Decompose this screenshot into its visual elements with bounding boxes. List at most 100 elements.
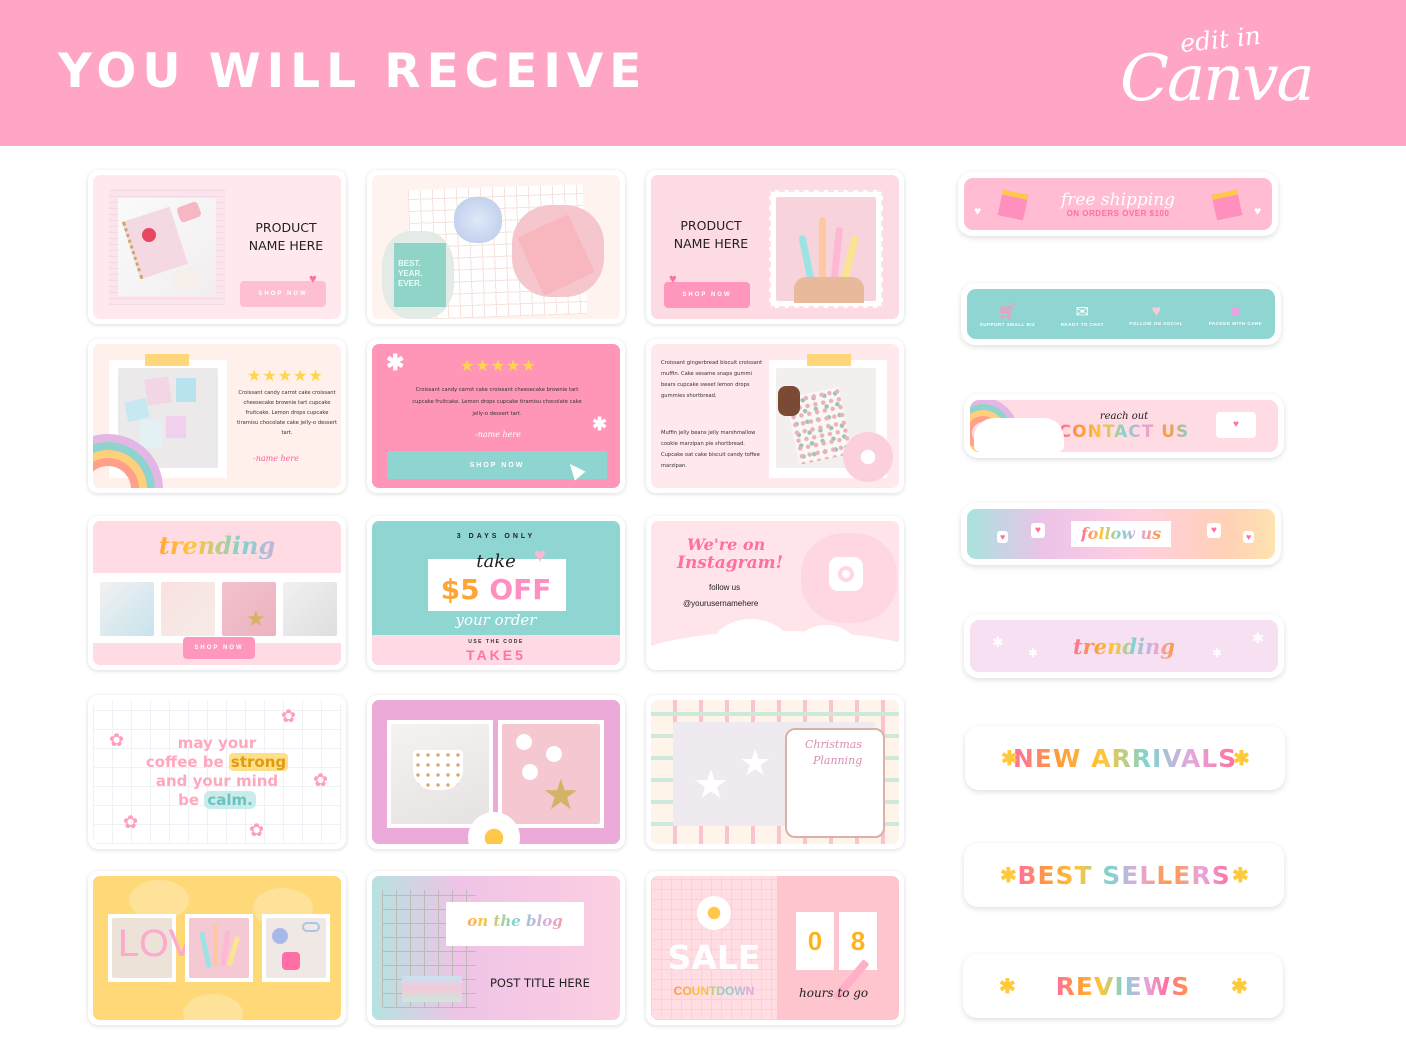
feature-item: ♥ FOLLOW ON SOCIAL [1129, 303, 1183, 326]
envelope-icon: ♥ [1216, 412, 1256, 438]
sparkle-icon: ✱ [999, 976, 1016, 998]
banner-free-shipping[interactable]: ♥ ♥ free shipping ON ORDERS OVER $100 [958, 172, 1278, 236]
chat-heart-icon: ♥ [1243, 531, 1255, 543]
chat-heart-icon: ♥ [997, 531, 1009, 543]
sparkle-icon: ✱ [1232, 865, 1249, 887]
planning-text: Planning [813, 754, 863, 767]
blue-flower-photo [454, 197, 502, 243]
digit-card-2: 8 [839, 912, 877, 970]
username: @yourusernamehere [683, 599, 759, 608]
template-countdown[interactable]: SALE COUNTDOWN 0 8 hours to go [646, 871, 904, 1025]
header-bar: YOU WILL RECEIVE edit in Canva [0, 0, 1406, 146]
template-notebooks[interactable]: BEST. YEAR. EVER. [367, 170, 625, 324]
product-name-line1: PRODUCT [680, 218, 742, 233]
quote-line1: may your [177, 734, 257, 752]
shop-now-button[interactable]: SHOP NOW [183, 637, 255, 659]
template-review-1[interactable]: ★★★★★ Croissant candy carrot cake croiss… [88, 339, 346, 493]
reach-out-script: reach out [1099, 410, 1149, 422]
quote-line3: and your mind [155, 772, 279, 790]
feature-item: ✉ READY TO CHAT [1061, 302, 1104, 327]
heart-icon: ♥ [309, 271, 317, 286]
envelope-icon: ✉ [1075, 303, 1090, 321]
asterisk-icon: ✱ [386, 350, 405, 375]
chat-heart-icon: ♥ [1207, 523, 1221, 538]
template-trending-grid[interactable]: trending ★ SHOP NOW [88, 516, 346, 670]
pens-photo [776, 197, 876, 303]
asterisk-icon: ✱ [1252, 630, 1264, 646]
flower-decoration [843, 432, 893, 482]
blog-tag: on the blog [446, 912, 584, 930]
trending-title: trending [93, 531, 341, 560]
feature-label: READY TO CHAT [1060, 321, 1104, 327]
flower-icon: ✿ [249, 820, 265, 840]
template-instagram[interactable]: We're on Instagram! follow us @yourusern… [646, 516, 904, 670]
template-christmas[interactable]: ★ ★ Christmas Planning [646, 695, 904, 849]
banner-reviews[interactable]: ✱ REVIEWS ✱ [963, 954, 1283, 1018]
take-label: take [476, 551, 516, 572]
sparkle-icon: ✱ [1000, 865, 1017, 887]
free-shipping-sub: ON ORDERS OVER $100 [1066, 208, 1170, 218]
page-title: YOU WILL RECEIVE [58, 44, 648, 99]
paragraph-2: Muffin jelly beans jelly marshmallow coo… [661, 430, 760, 469]
template-blog[interactable]: on the blog POST TITLE HERE [367, 871, 625, 1025]
mug-photo [391, 724, 489, 824]
instagram-icon [829, 557, 863, 591]
post-title: POST TITLE HERE [490, 976, 590, 990]
follow-script: follow us [1080, 524, 1162, 543]
template-three-photos[interactable]: LOVE [88, 871, 346, 1025]
review-text: Croissant candy carrot cake croissant ch… [237, 390, 337, 436]
banner-contact[interactable]: ♥ reach out CONTACT US [964, 394, 1284, 458]
product-name-line2: NAME HERE [248, 238, 324, 253]
template-quote[interactable]: may your coffee be strong and your mind … [88, 695, 346, 849]
flower-icon: ✿ [281, 706, 297, 726]
teal-notebook: BEST. YEAR. EVER. [394, 243, 446, 307]
quote-line4a: be [178, 791, 200, 809]
template-discount[interactable]: 3 DAYS ONLY take $5 OFF ♥ your order USE… [367, 516, 625, 670]
product-photo [118, 198, 216, 296]
template-product-2[interactable]: PRODUCT NAME HERE SHOP NOW ♥ [646, 170, 904, 324]
tape [145, 354, 189, 366]
best-sellers-title: BEST SELLERS [1017, 860, 1231, 890]
banner-new-arrivals[interactable]: ✱ NEW ARRIVALS ✱ [965, 726, 1285, 790]
product-name-line2: NAME HERE [673, 236, 749, 251]
asterisk-icon: ✱ [1212, 646, 1223, 660]
heart-cookie-photo: LOVE [112, 918, 219, 978]
discount-code: TAKE5 [466, 647, 526, 663]
banner-trending[interactable]: ✱ ✱ ✱ ✱ trending [964, 614, 1284, 678]
banner-best-sellers[interactable]: ✱ BEST SELLERS ✱ [964, 843, 1284, 907]
template-product-1[interactable]: PRODUCT NAME HERE SHOP NOW ♥ [88, 170, 346, 324]
reviewer-name: -name here [253, 454, 299, 463]
cloud-decoration [183, 994, 243, 1020]
your-order-label: your order [455, 611, 537, 629]
template-two-photos[interactable]: ★ [367, 695, 625, 849]
grid-photo-3: ★ [222, 582, 276, 636]
banner-features[interactable]: 🛒︎ SUPPORT SMALL BIZ ✉ READY TO CHAT ♥ F… [961, 283, 1281, 345]
new-arrivals-title: NEW ARRIVALS [1012, 743, 1238, 773]
contact-title: CONTACT US [1058, 421, 1190, 442]
flower-icon: ✿ [109, 730, 125, 750]
banner-follow[interactable]: ♥ ♥ ♥ ♥ follow us [961, 503, 1281, 565]
heart-icon: ♥ [534, 545, 546, 567]
ornaments-photo: ★ [502, 724, 600, 824]
template-review-2[interactable]: ✱ ✱ ★★★★★ Croissant candy carrot cake cr… [367, 339, 625, 493]
heart-icon: ♥ [669, 271, 677, 286]
cloud-decoration [711, 619, 791, 665]
tape [807, 354, 851, 366]
rating-stars: ★★★★★ [460, 358, 537, 375]
grid-photo-1 [100, 582, 154, 636]
template-text-photo[interactable]: Croissant gingerbread biscuit croissant … [646, 339, 904, 493]
accessories-photo [266, 918, 326, 978]
christmas-text: Christmas [805, 738, 862, 751]
arc-label: 3 DAYS ONLY [456, 533, 536, 540]
box-icon [997, 189, 1029, 221]
asterisk-icon: ✱ [1028, 646, 1039, 660]
countdown-label: COUNTDOWN [651, 984, 777, 998]
reviews-title: REVIEWS [1055, 971, 1191, 1001]
trending-script: trending [1072, 633, 1175, 659]
quote-line2a: coffee be [145, 753, 224, 771]
quote-text: may your coffee be strong and your mind … [93, 734, 341, 810]
free-shipping-script: free shipping [1060, 189, 1176, 210]
quote-highlight-strong: strong [228, 753, 289, 771]
box-icon [1211, 189, 1243, 221]
feature-label: PACKED WITH CARE [1208, 320, 1263, 326]
